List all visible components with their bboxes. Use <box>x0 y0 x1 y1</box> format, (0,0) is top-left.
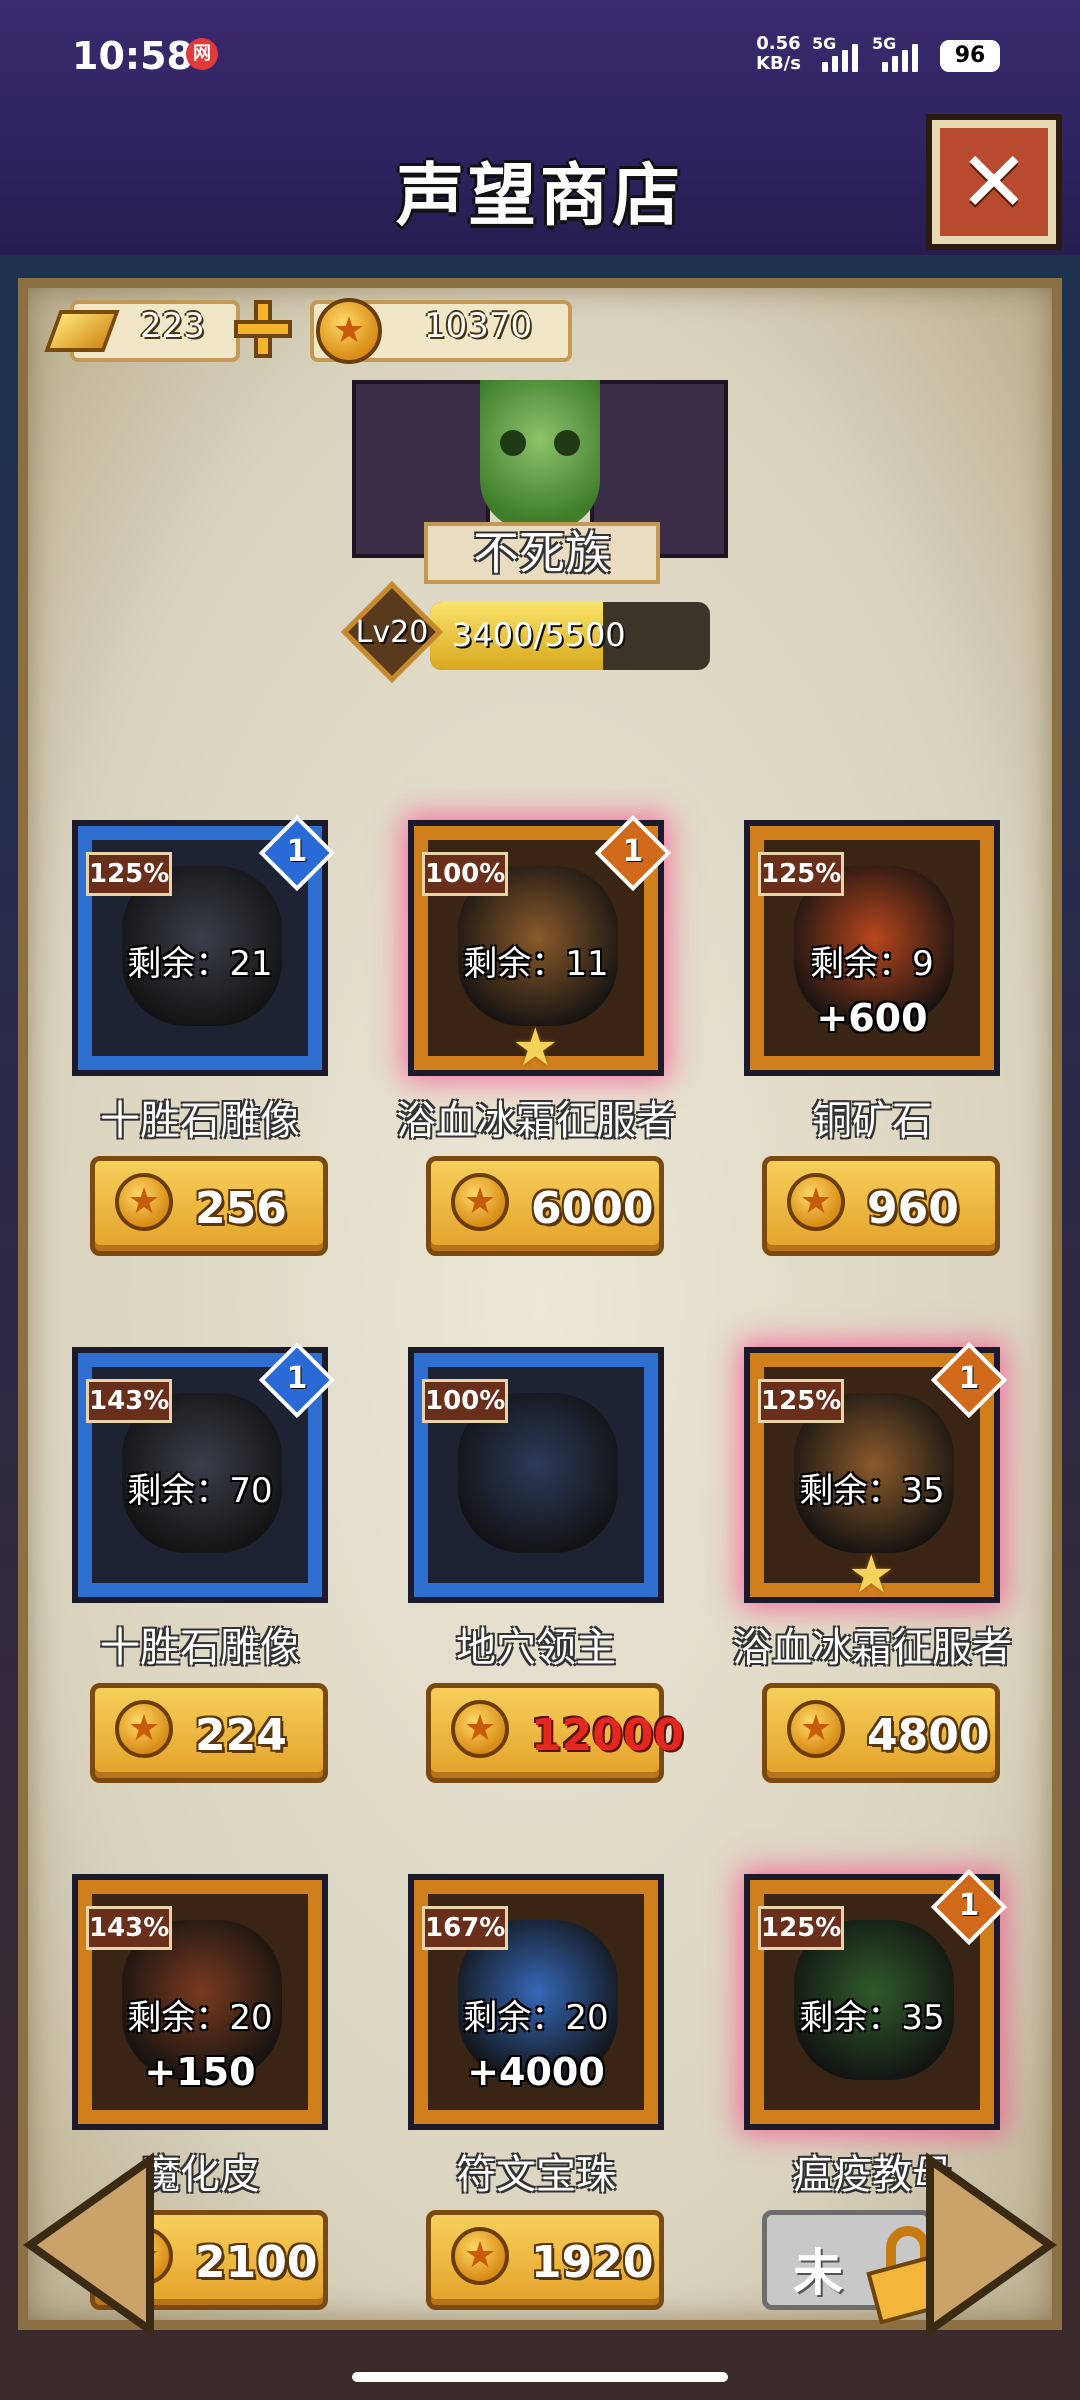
buy-button[interactable]: ★ 960 <box>762 1156 1000 1256</box>
discount-badge: 143% <box>86 1906 172 1950</box>
remaining-stock: 剩余：35 <box>799 1998 945 2038</box>
item-name: 铜矿石 <box>812 1098 932 1144</box>
price-value: 1920 <box>531 2237 654 2288</box>
battery-indicator: 96 <box>940 40 1000 72</box>
star-icon: ★ <box>848 1545 895 1605</box>
network-speed: 0.56 KB/s <box>756 34 801 74</box>
discount-badge: 125% <box>758 852 844 896</box>
bonus-amount: +600 <box>816 996 928 1040</box>
locked-label: 未 <box>793 2244 843 2302</box>
coin-icon: ★ <box>115 1700 173 1758</box>
reputation-progress-bar: 3400/5500 <box>430 602 710 670</box>
remaining-stock: 剩余：21 <box>127 944 273 984</box>
level-label: Lv20 <box>355 614 429 650</box>
tier-badge: 1 <box>262 818 332 888</box>
discount-badge: 125% <box>758 1906 844 1950</box>
buy-button[interactable]: ★ 12000 <box>426 1683 684 1783</box>
price-value: 224 <box>195 1710 287 1761</box>
price-value: 2100 <box>195 2237 318 2288</box>
discount-badge: 125% <box>86 852 172 896</box>
shop-item[interactable]: 100% 1 剩余：11 ★ 浴血冰霜征服者 ★ 6000 <box>386 820 686 1266</box>
coin-icon: ★ <box>316 298 382 364</box>
top-bar: 10:58 网 0.56 KB/s 5G 5G 96 声望商店 ✕ <box>0 0 1080 255</box>
coin-icon: ★ <box>451 1700 509 1758</box>
item-name: 符文宝珠 <box>456 2152 616 2198</box>
item-name: 地穴领主 <box>456 1625 616 1671</box>
notification-app-icon: 网 <box>186 38 218 70</box>
discount-badge: 100% <box>422 1379 508 1423</box>
discount-badge: 100% <box>422 852 508 896</box>
tier-badge: 1 <box>598 818 668 888</box>
discount-badge: 167% <box>422 1906 508 1950</box>
buy-button[interactable]: ★ 4800 <box>762 1683 1000 1783</box>
close-icon: ✕ <box>958 133 1030 231</box>
next-page-button[interactable] <box>920 2150 1070 2340</box>
close-button[interactable]: ✕ <box>926 114 1062 250</box>
buy-button[interactable]: ★ 6000 <box>426 1156 664 1256</box>
network-speed-unit: KB/s <box>756 53 801 74</box>
page-title: 声望商店 <box>395 157 684 236</box>
remaining-stock: 剩余：11 <box>463 944 609 984</box>
item-name: 浴血冰霜征服者 <box>396 1098 676 1144</box>
buy-button[interactable]: ★ 224 <box>90 1683 328 1783</box>
price-value: 4800 <box>867 1710 990 1761</box>
remaining-stock: 剩余：20 <box>463 1998 609 2038</box>
shop-item[interactable]: 143% 1 剩余：70 十胜石雕像 ★ 224 <box>50 1347 350 1793</box>
coin-icon: ★ <box>451 1173 509 1231</box>
coin-amount: 10370 <box>424 306 533 346</box>
signal-icon <box>882 40 918 72</box>
bonus-amount: +150 <box>144 2050 256 2094</box>
bonus-amount: +4000 <box>467 2050 605 2094</box>
level-badge: Lv20 <box>342 582 442 682</box>
coin-icon: ★ <box>787 1700 845 1758</box>
price-value: 256 <box>195 1183 287 1234</box>
item-name: 十胜石雕像 <box>100 1098 300 1144</box>
item-name: 十胜石雕像 <box>100 1625 300 1671</box>
shop-item[interactable]: 125% 1 剩余：35 ★ 浴血冰霜征服者 ★ 4800 <box>722 1347 1022 1793</box>
price-value: 960 <box>867 1183 959 1234</box>
status-time: 10:58 <box>72 34 193 78</box>
tier-badge: 1 <box>934 1345 1004 1415</box>
faction-name: 不死族 <box>424 522 660 584</box>
price-value: 6000 <box>531 1183 654 1234</box>
remaining-stock: 剩余：35 <box>799 1471 945 1511</box>
shop-item[interactable]: 125% 剩余：9 +600 铜矿石 ★ 960 <box>722 820 1022 1266</box>
currency-bar: 223 ★ 10370 <box>40 292 572 370</box>
remaining-stock: 剩余：70 <box>127 1471 273 1511</box>
price-value: 12000 <box>531 1710 685 1761</box>
signal-icon <box>822 40 858 72</box>
gold-ingot-amount: 223 <box>140 306 205 346</box>
coin-icon: ★ <box>115 1173 173 1231</box>
buy-button[interactable]: ★ 1920 <box>426 2210 664 2310</box>
coin-icon: ★ <box>451 2227 509 2285</box>
gold-ingot-icon <box>40 296 120 358</box>
star-icon: ★ <box>512 1018 559 1078</box>
reputation-xp-text: 3400/5500 <box>452 616 626 654</box>
add-currency-button[interactable] <box>232 298 294 360</box>
remaining-stock: 剩余：20 <box>127 1998 273 2038</box>
arrow-right-icon <box>926 2152 1057 2338</box>
discount-badge: 125% <box>758 1379 844 1423</box>
skull-icon <box>480 380 600 530</box>
discount-badge: 143% <box>86 1379 172 1423</box>
item-name: 浴血冰霜征服者 <box>732 1625 1012 1671</box>
shop-item[interactable]: 167% 剩余：20 +4000 符文宝珠 ★ 1920 <box>386 1874 686 2320</box>
tier-badge: 1 <box>934 1872 1004 1942</box>
prev-page-button[interactable] <box>10 2150 160 2340</box>
tier-badge: 1 <box>262 1345 332 1415</box>
network-speed-value: 0.56 <box>756 33 801 54</box>
coin-icon: ★ <box>787 1173 845 1231</box>
shop-item[interactable]: 125% 1 剩余：21 十胜石雕像 ★ 256 <box>50 820 350 1266</box>
shop-item[interactable]: 100% 地穴领主 ★ 12000 <box>386 1347 686 1793</box>
home-indicator[interactable] <box>352 2372 728 2382</box>
remaining-stock: 剩余：9 <box>810 944 934 984</box>
buy-button[interactable]: ★ 256 <box>90 1156 328 1256</box>
arrow-left-icon <box>23 2152 154 2338</box>
